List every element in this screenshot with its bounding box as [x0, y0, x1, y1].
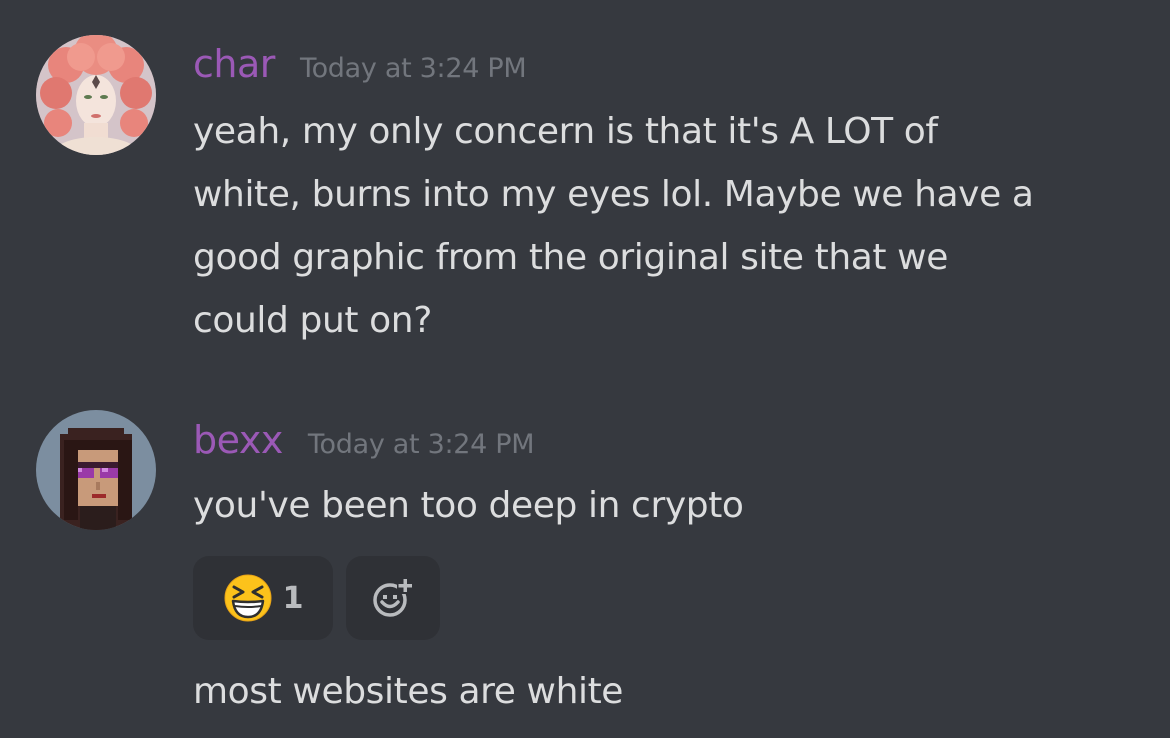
bexx-avatar-icon — [36, 410, 156, 530]
message-content: most websites are white — [193, 660, 1153, 723]
message-header: bexx Today at 3:24 PM — [193, 418, 535, 462]
message-bexx: bexx Today at 3:24 PM you've been too de… — [0, 0, 1170, 738]
chat-log: char Today at 3:24 PM yeah, my only conc… — [0, 0, 1170, 738]
laughing-squinting-face-icon — [224, 574, 272, 622]
add-reaction-icon — [373, 578, 413, 617]
message-line: most websites are white — [193, 671, 624, 712]
avatar-bexx[interactable] — [36, 410, 156, 530]
add-reaction-button[interactable] — [346, 556, 440, 640]
message-line: you've been too deep in crypto — [193, 485, 744, 526]
reaction-count: 1 — [282, 580, 304, 616]
message-content: you've been too deep in crypto — [193, 474, 1153, 537]
timestamp: Today at 3:24 PM — [307, 429, 535, 460]
username[interactable]: bexx — [193, 418, 283, 462]
reaction-laughing[interactable]: 1 — [193, 556, 333, 640]
